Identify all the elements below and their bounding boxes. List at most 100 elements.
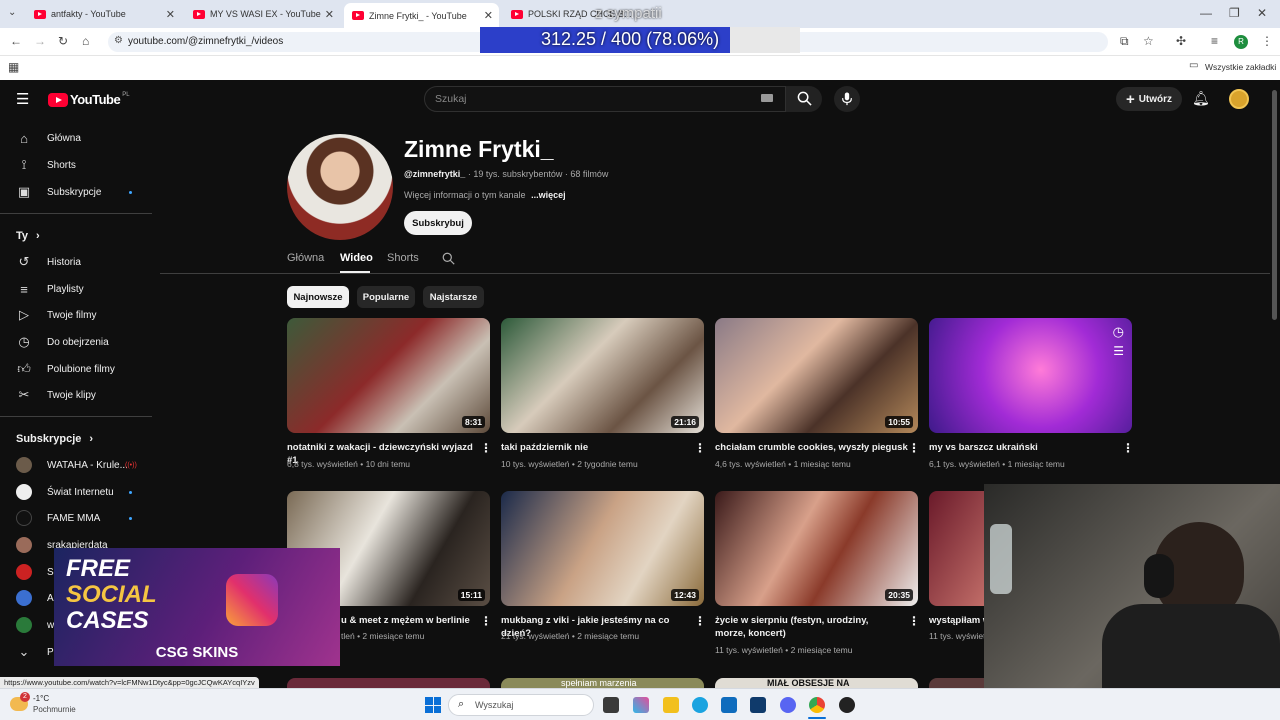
- sidebar-show-more[interactable]: ⌄ Pr: [16, 640, 57, 664]
- tab-search-icon[interactable]: ⌄: [8, 7, 16, 18]
- file-explorer-icon[interactable]: [663, 697, 679, 713]
- close-tab-icon[interactable]: ✕: [484, 9, 493, 22]
- bookmark-star-icon[interactable]: ☆: [1143, 34, 1154, 48]
- site-info-icon[interactable]: ⚙: [114, 35, 123, 46]
- video-menu-icon[interactable]: ⋮: [1122, 441, 1134, 455]
- create-button[interactable]: + Utwórz: [1116, 87, 1182, 111]
- sidebar-item-liked[interactable]: 👍︎ Polubione filmy: [16, 357, 115, 381]
- maximize-icon[interactable]: ❐: [1229, 6, 1240, 20]
- all-bookmarks-link[interactable]: Wszystkie zakładki: [1205, 62, 1276, 72]
- chip-oldest[interactable]: Najstarsze: [423, 286, 484, 308]
- sidebar-sub-swiat-internetu[interactable]: Świat Internetu: [16, 480, 114, 504]
- video-menu-icon[interactable]: ⋮: [480, 441, 492, 455]
- video-thumbnail[interactable]: 21:16: [501, 318, 704, 433]
- browser-tab-1[interactable]: antfakty - YouTube ✕: [26, 3, 181, 25]
- video-thumbnail[interactable]: [929, 678, 984, 688]
- sidebar-item-watch-later[interactable]: ◷ Do obejrzenia: [16, 330, 108, 354]
- add-to-queue-icon[interactable]: ☰: [1113, 344, 1124, 358]
- video-title[interactable]: u & meet z mężem w berlinie: [341, 614, 481, 627]
- chrome-icon[interactable]: [809, 697, 825, 713]
- discord-icon[interactable]: [780, 697, 796, 713]
- video-menu-icon[interactable]: ⋮: [694, 441, 706, 455]
- sidebar-item-home[interactable]: ⌂ Główna: [16, 126, 81, 150]
- video-menu-icon[interactable]: ⋮: [694, 614, 706, 628]
- video-title[interactable]: my vs barszcz ukraiński: [929, 441, 1124, 454]
- home-icon[interactable]: ⌂: [82, 34, 89, 48]
- close-tab-icon[interactable]: ✕: [166, 8, 175, 21]
- close-tab-icon[interactable]: ✕: [325, 8, 334, 21]
- profile-avatar[interactable]: R: [1234, 35, 1248, 49]
- sidebar-you-header[interactable]: Ty ›: [16, 224, 40, 248]
- close-window-icon[interactable]: ✕: [1257, 6, 1267, 20]
- video-title[interactable]: taki październik nie: [501, 441, 696, 454]
- tab-shorts[interactable]: Shorts: [387, 252, 419, 264]
- chip-popular[interactable]: Popularne: [357, 286, 415, 308]
- outlook-icon[interactable]: [721, 697, 737, 713]
- task-view-icon[interactable]: [603, 697, 619, 713]
- account-avatar[interactable]: [1229, 89, 1249, 109]
- channel-search-icon[interactable]: [442, 252, 455, 265]
- video-thumbnail[interactable]: 10:55: [715, 318, 918, 433]
- video-thumbnail[interactable]: [929, 491, 989, 606]
- channel-about[interactable]: Więcej informacji o tym kanale ...więcej: [404, 190, 566, 200]
- minimize-icon[interactable]: —: [1200, 6, 1212, 20]
- browser-tab-2[interactable]: MY VS WASI EX - YouTube ✕: [185, 3, 340, 25]
- video-thumbnail[interactable]: 8:31: [287, 318, 490, 433]
- sidebar-subs-header[interactable]: Subskrypcje ›: [16, 427, 93, 451]
- forward-icon[interactable]: →: [34, 34, 46, 48]
- video-thumbnail[interactable]: 20:35: [715, 491, 918, 606]
- more-menu-icon[interactable]: ⋮: [1261, 34, 1273, 48]
- copilot-icon[interactable]: [633, 697, 649, 713]
- video-title[interactable]: życie w sierpniu (festyn, urodziny, morz…: [715, 614, 900, 640]
- install-app-icon[interactable]: ⧉: [1120, 34, 1129, 49]
- sidebar-item-history[interactable]: ↺ Historia: [16, 250, 81, 274]
- media-control-icon[interactable]: ≡: [1211, 34, 1218, 48]
- back-icon[interactable]: ←: [10, 34, 22, 48]
- sidebar-sub-wataha[interactable]: WATAHA - Krule...: [16, 453, 128, 477]
- voice-search-button[interactable]: [834, 86, 860, 112]
- sidebar-sub-fame-mma[interactable]: FAME MMA: [16, 506, 100, 530]
- edge-icon[interactable]: [692, 697, 708, 713]
- sidebar-item-playlists[interactable]: ≡ Playlisty: [16, 277, 83, 301]
- subscribe-button[interactable]: Subskrybuj: [404, 211, 472, 235]
- watch-later-icon[interactable]: ◷: [1113, 324, 1124, 340]
- video-title[interactable]: chciałam crumble cookies, wyszły piegusk: [715, 441, 910, 454]
- sidebar-sub-7[interactable]: w: [16, 613, 54, 637]
- tab-videos[interactable]: Wideo: [340, 252, 373, 264]
- video-thumbnail[interactable]: spełniam marzenia: [501, 678, 704, 688]
- chip-newest[interactable]: Najnowsze: [287, 286, 349, 308]
- store-icon[interactable]: [750, 697, 766, 713]
- tab-home[interactable]: Główna: [287, 252, 324, 264]
- notifications-bell-icon[interactable]: 🔔︎: [1192, 90, 1210, 107]
- video-thumbnail[interactable]: 12:43: [501, 491, 704, 606]
- taskbar-search-input[interactable]: ⌕ Wyszukaj: [448, 694, 594, 716]
- sidebar-item-clips[interactable]: ✂ Twoje klipy: [16, 383, 96, 407]
- more-link[interactable]: ...więcej: [531, 190, 566, 200]
- reload-icon[interactable]: ↻: [58, 34, 68, 48]
- video-menu-icon[interactable]: ⋮: [480, 614, 492, 628]
- search-input[interactable]: Szukaj: [424, 86, 786, 112]
- apps-grid-icon[interactable]: ▦: [8, 60, 19, 74]
- browser-tab-3[interactable]: Zimne Frytki_ - YouTube ✕: [344, 3, 499, 28]
- search-button[interactable]: [786, 86, 822, 112]
- video-thumbnail[interactable]: MIAŁ OBSESJE NA: [715, 678, 918, 688]
- video-thumbnail[interactable]: [287, 678, 490, 688]
- channel-avatar-large[interactable]: [287, 134, 393, 240]
- sidebar-sub-5[interactable]: Sr: [16, 560, 57, 584]
- windows-start-icon[interactable]: [425, 697, 441, 713]
- obs-icon[interactable]: [839, 697, 855, 713]
- sidebar-item-your-videos[interactable]: ▷ Twoje filmy: [16, 303, 96, 327]
- video-thumbnail[interactable]: ◷ ☰: [929, 318, 1132, 433]
- scrollbar-thumb[interactable]: [1272, 90, 1277, 320]
- sidebar-sub-6[interactable]: A: [16, 586, 54, 610]
- extensions-icon[interactable]: ✣: [1176, 34, 1186, 48]
- hamburger-menu-icon[interactable]: ☰: [16, 90, 29, 108]
- video-title[interactable]: wystąpiłam w: [929, 614, 984, 627]
- video-menu-icon[interactable]: ⋮: [908, 441, 920, 455]
- youtube-logo[interactable]: YouTube PL: [48, 92, 130, 107]
- video-age: 2 miesiące temu: [577, 631, 640, 641]
- video-menu-icon[interactable]: ⋮: [908, 614, 920, 628]
- sidebar-item-shorts[interactable]: ⟟ Shorts: [16, 153, 76, 177]
- sidebar-item-subscriptions[interactable]: ▣ Subskrypcje: [16, 180, 102, 204]
- keyboard-icon[interactable]: [761, 94, 773, 102]
